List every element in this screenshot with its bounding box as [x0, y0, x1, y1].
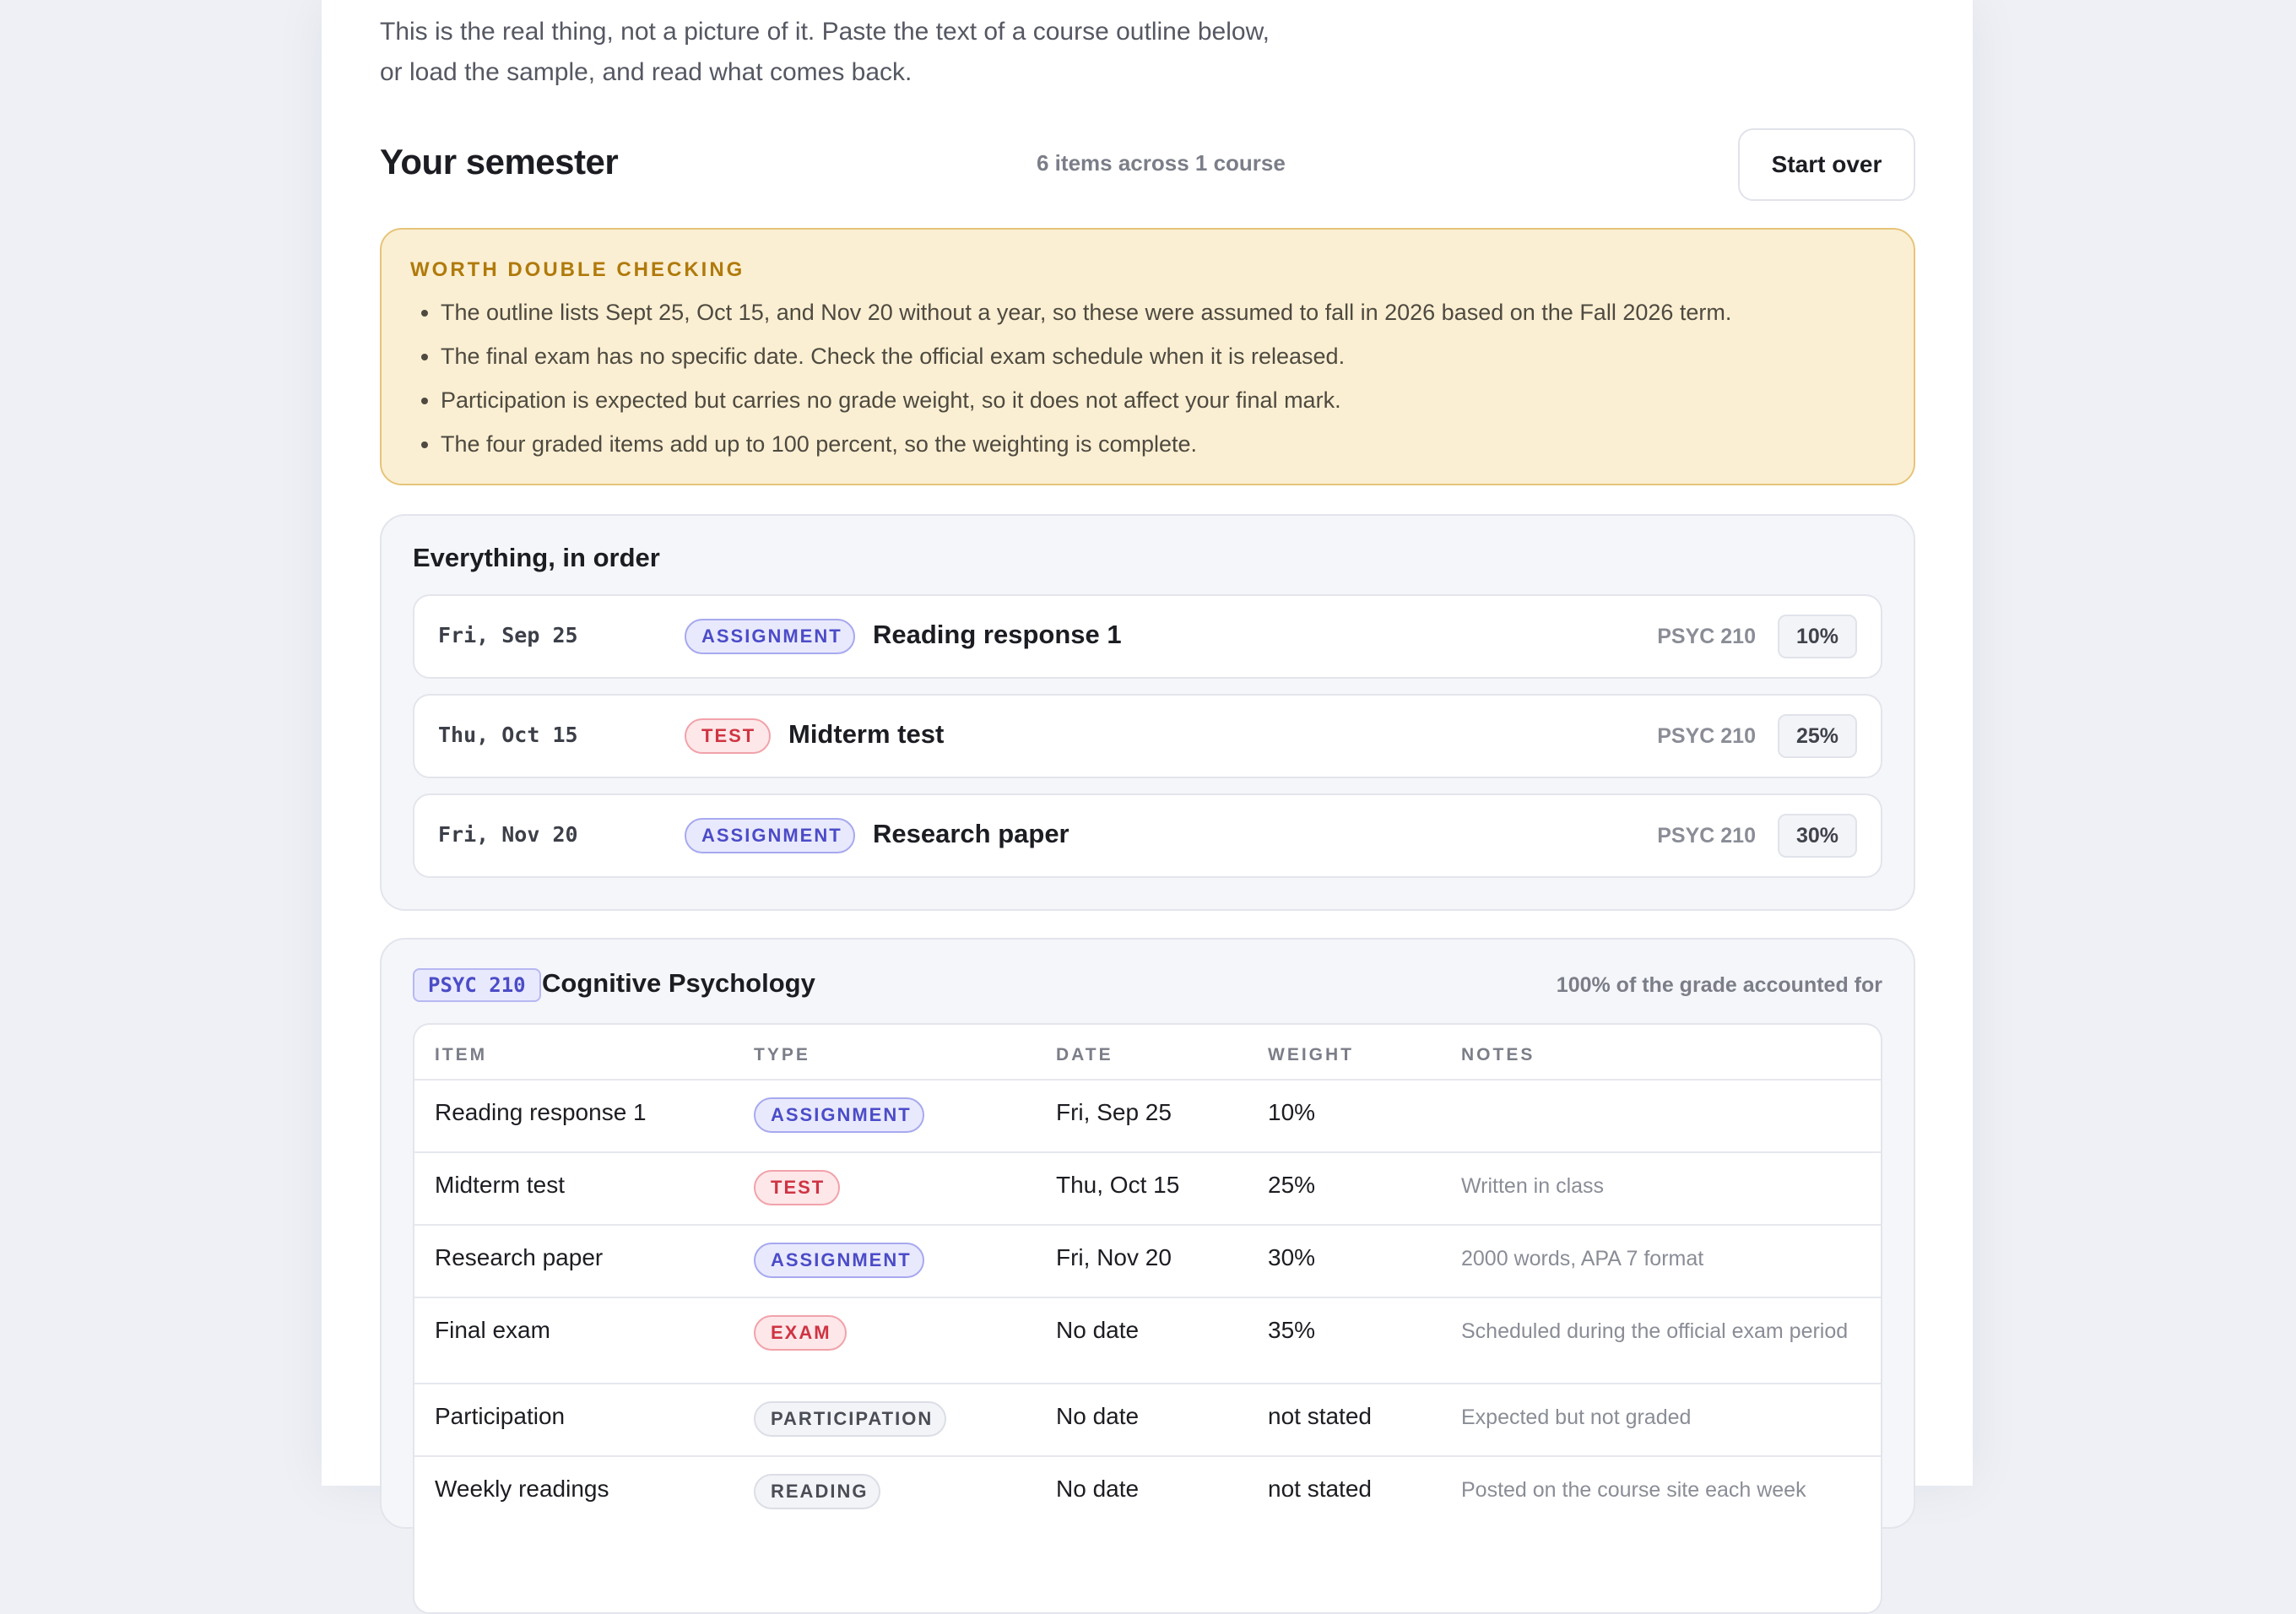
type-badge: ASSIGNMENT	[754, 1243, 924, 1278]
timeline-date: Fri, Nov 20	[438, 822, 578, 847]
main-card: This is the real thing, not a picture of…	[322, 0, 1973, 1614]
weight-cell: 35%	[1268, 1317, 1316, 1343]
timeline-course: PSYC 210	[1657, 625, 1756, 648]
course-code-badge: PSYC 210	[413, 968, 541, 1002]
course-name: Cognitive Psychology	[542, 968, 815, 998]
column-header-type: TYPE	[754, 1045, 810, 1064]
timeline-item-title: Midterm test	[788, 719, 945, 749]
column-header-notes: NOTES	[1461, 1045, 1535, 1064]
timeline-row[interactable]: Fri, Sep 25 ASSIGNMENT Reading response …	[413, 594, 1882, 679]
date-cell: No date	[1056, 1317, 1140, 1343]
notes-cell: Expected but not graded	[1461, 1405, 1692, 1429]
timeline-panel: Everything, in order Fri, Sep 25 ASSIGNM…	[380, 514, 1915, 911]
timeline-course: PSYC 210	[1657, 724, 1756, 748]
warning-item: Participation is expected but carries no…	[441, 378, 1885, 422]
type-badge: PARTICIPATION	[754, 1401, 946, 1437]
type-badge: ASSIGNMENT	[685, 619, 855, 654]
item-cell: Weekly readings	[435, 1476, 609, 1502]
grade-accounted-text: 100% of the grade accounted for	[1556, 973, 1882, 997]
warning-item: The outline lists Sept 25, Oct 15, and N…	[441, 290, 1885, 334]
item-cell: Final exam	[435, 1317, 550, 1343]
start-over-button[interactable]: Start over	[1738, 128, 1915, 201]
date-cell: Fri, Nov 20	[1056, 1244, 1172, 1270]
timeline-date: Fri, Sep 25	[438, 623, 578, 647]
table-row[interactable]: Weekly readings READING No date not stat…	[414, 1455, 1881, 1528]
weight-badge: 10%	[1778, 615, 1857, 658]
column-header-item: ITEM	[435, 1045, 488, 1064]
item-cell: Reading response 1	[435, 1099, 647, 1125]
course-table: ITEM TYPE DATE WEIGHT NOTES Reading resp…	[413, 1023, 1882, 1614]
table-row[interactable]: Midterm test TEST Thu, Oct 15 25% Writte…	[414, 1151, 1881, 1224]
type-badge: TEST	[754, 1170, 840, 1205]
timeline-row[interactable]: Fri, Nov 20 ASSIGNMENT Research paper PS…	[413, 793, 1882, 878]
warning-item: The four graded items add up to 100 perc…	[441, 422, 1885, 466]
warning-box: WORTH DOUBLE CHECKING The outline lists …	[380, 228, 1915, 485]
warning-list: The outline lists Sept 25, Oct 15, and N…	[410, 290, 1885, 466]
weight-cell: 30%	[1268, 1244, 1316, 1270]
type-badge: EXAM	[754, 1315, 847, 1351]
item-cell: Research paper	[435, 1244, 604, 1270]
semester-title: Your semester	[380, 142, 619, 181]
notes-cell: Scheduled during the official exam perio…	[1461, 1319, 1849, 1343]
type-badge: ASSIGNMENT	[685, 818, 855, 853]
date-cell: Fri, Sep 25	[1056, 1099, 1172, 1125]
timeline-date: Thu, Oct 15	[438, 723, 578, 747]
item-cell: Midterm test	[435, 1172, 566, 1198]
notes-cell: Posted on the course site each week	[1461, 1478, 1806, 1502]
timeline-item-title: Research paper	[873, 819, 1069, 848]
type-badge: READING	[754, 1474, 880, 1509]
timeline-course: PSYC 210	[1657, 824, 1756, 848]
timeline-item-title: Reading response 1	[873, 620, 1122, 649]
notes-cell: 2000 words, APA 7 format	[1461, 1247, 1704, 1270]
weight-cell: not stated	[1268, 1403, 1372, 1429]
weight-cell: not stated	[1268, 1476, 1372, 1502]
warning-title: WORTH DOUBLE CHECKING	[410, 258, 745, 281]
weight-badge: 30%	[1778, 814, 1857, 858]
timeline-title: Everything, in order	[413, 543, 660, 572]
course-panel: PSYC 210 Cognitive Psychology 100% of th…	[380, 938, 1915, 1614]
column-header-weight: WEIGHT	[1268, 1045, 1354, 1064]
table-row[interactable]: Participation PARTICIPATION No date not …	[414, 1383, 1881, 1455]
date-cell: Thu, Oct 15	[1056, 1172, 1180, 1198]
table-row[interactable]: Research paper ASSIGNMENT Fri, Nov 20 30…	[414, 1224, 1881, 1297]
warning-item: The final exam has no specific date. Che…	[441, 334, 1885, 378]
column-header-date: DATE	[1056, 1045, 1113, 1064]
type-badge: TEST	[685, 718, 771, 754]
notes-cell: Written in class	[1461, 1174, 1605, 1198]
item-cell: Participation	[435, 1403, 566, 1429]
table-row[interactable]: Reading response 1 ASSIGNMENT Fri, Sep 2…	[414, 1079, 1881, 1151]
intro-text: This is the real thing, not a picture of…	[380, 18, 1270, 86]
weight-cell: 25%	[1268, 1172, 1316, 1198]
semester-count: 6 items across 1 course	[1037, 150, 1286, 176]
type-badge: ASSIGNMENT	[754, 1097, 924, 1133]
weight-cell: 10%	[1268, 1099, 1316, 1125]
weight-badge: 25%	[1778, 714, 1857, 758]
timeline-row[interactable]: Thu, Oct 15 TEST Midterm test PSYC 210 2…	[413, 694, 1882, 778]
date-cell: No date	[1056, 1476, 1140, 1502]
date-cell: No date	[1056, 1403, 1140, 1429]
table-row[interactable]: Final exam EXAM No date 35% Scheduled du…	[414, 1297, 1881, 1383]
